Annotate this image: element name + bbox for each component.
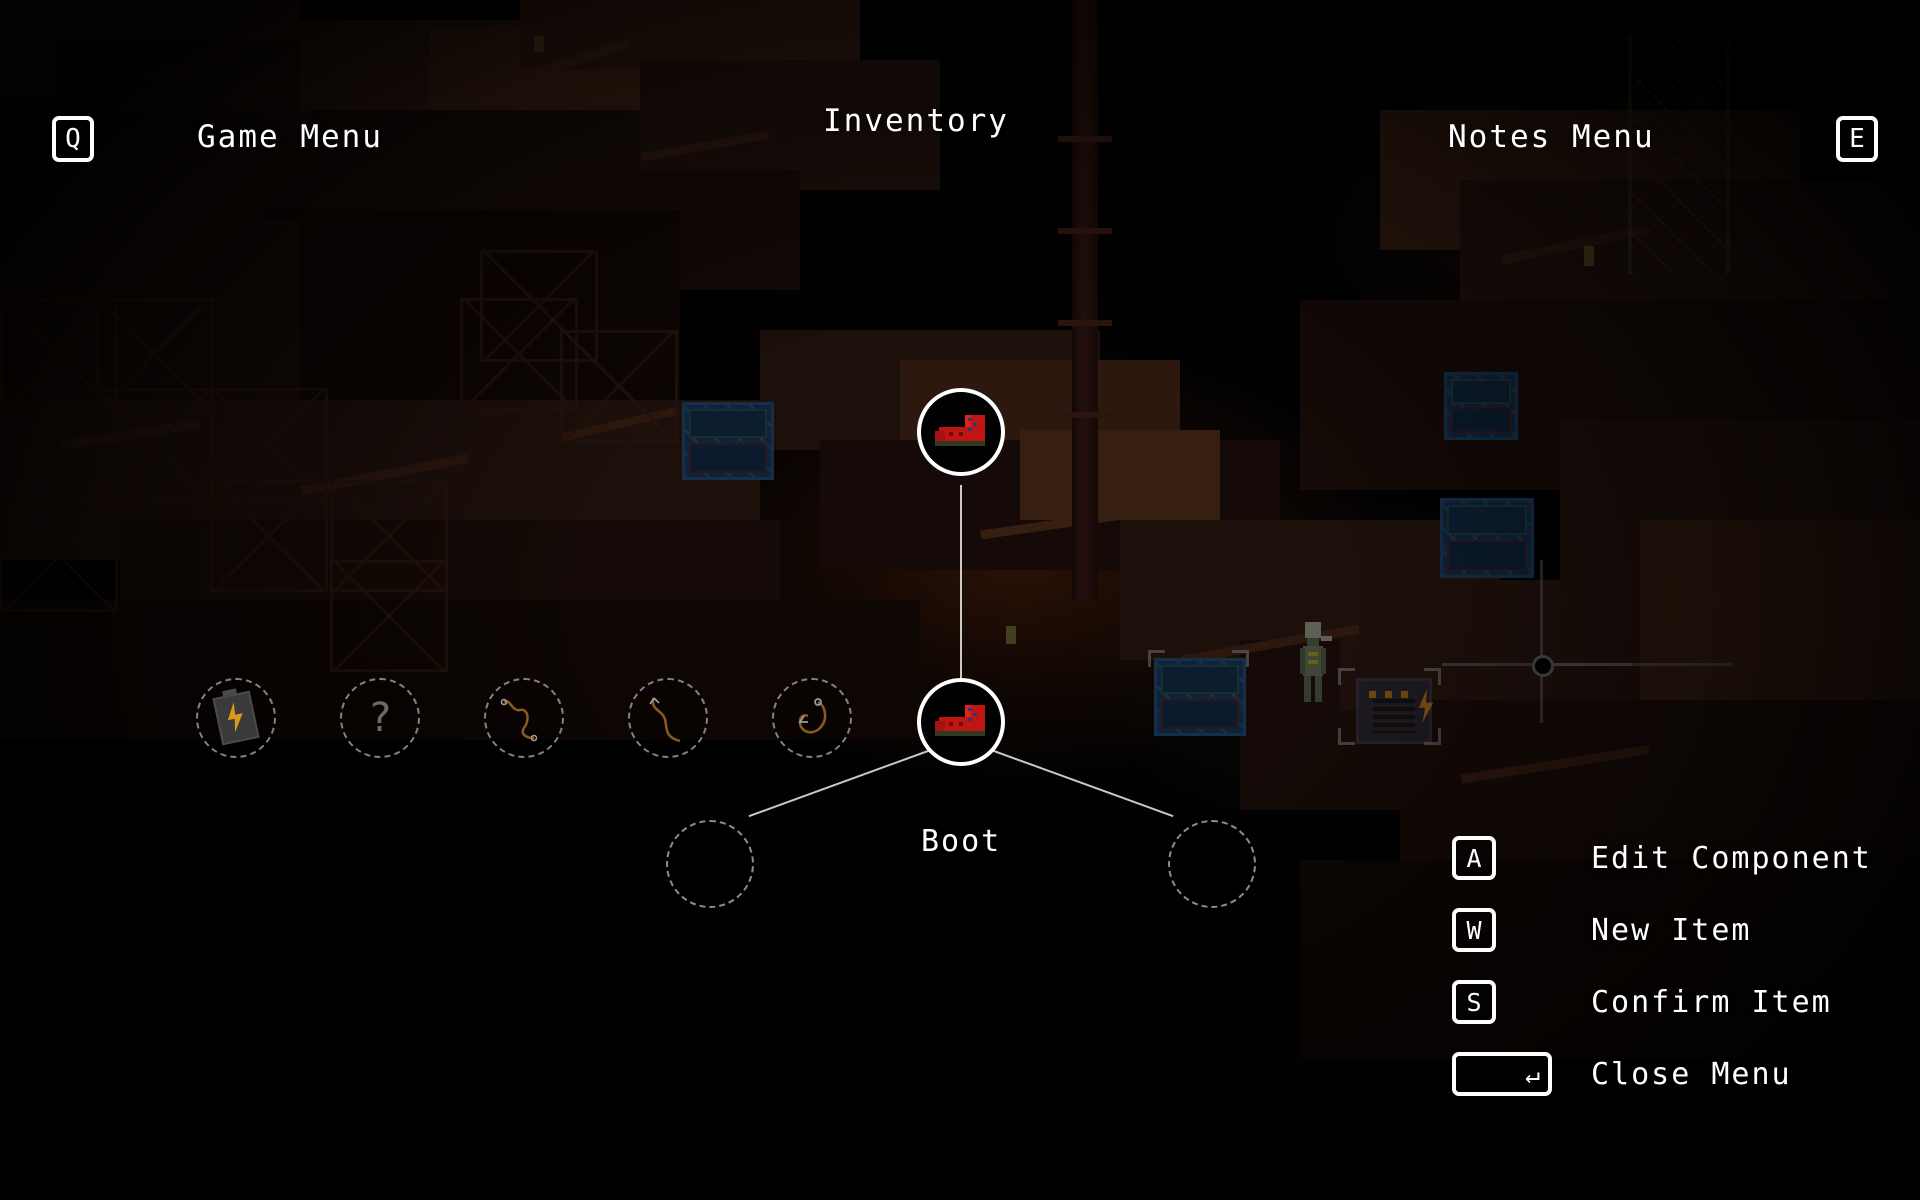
- component-slot-hook[interactable]: [772, 678, 852, 758]
- hint-keycap-a[interactable]: A: [1452, 836, 1496, 880]
- hint-label-edit-component: Edit Component: [1591, 840, 1872, 876]
- component-slot-wire-2[interactable]: [628, 678, 708, 758]
- inventory-title: Inventory: [823, 103, 1009, 139]
- tree-link-right: [971, 742, 1174, 818]
- inventory-hud: Q Game Menu Inventory Notes Menu E ? Boo…: [0, 0, 1920, 1200]
- hint-label-close-menu: Close Menu: [1591, 1056, 1792, 1092]
- item-node-child-right[interactable]: [1168, 820, 1256, 908]
- game-menu-keycap[interactable]: Q: [52, 116, 94, 162]
- item-node-parent[interactable]: [917, 388, 1005, 476]
- battery-icon: [212, 688, 260, 746]
- selected-item-label: Boot: [921, 824, 1002, 859]
- wire-icon: [500, 698, 538, 742]
- game-menu-label[interactable]: Game Menu: [197, 119, 383, 155]
- notes-menu-label[interactable]: Notes Menu: [1448, 119, 1655, 155]
- tree-link-left: [748, 742, 951, 818]
- hint-keycap-enter[interactable]: ↵: [1452, 1052, 1552, 1096]
- hint-row-edit-component[interactable]: A Edit Component: [1452, 836, 1872, 880]
- hint-row-confirm-item[interactable]: S Confirm Item: [1452, 980, 1832, 1024]
- boot-icon: [935, 415, 987, 449]
- hint-label-confirm-item: Confirm Item: [1591, 984, 1832, 1020]
- hint-keycap-s[interactable]: S: [1452, 980, 1496, 1024]
- hint-row-new-item[interactable]: W New Item: [1452, 908, 1752, 952]
- hint-row-close-menu[interactable]: ↵ Close Menu: [1452, 1052, 1792, 1096]
- component-slot-battery[interactable]: [196, 678, 276, 758]
- hint-keycap-w[interactable]: W: [1452, 908, 1496, 952]
- component-slot-unknown[interactable]: ?: [340, 678, 420, 758]
- question-mark-icon: ?: [367, 695, 393, 741]
- item-node-child-left[interactable]: [666, 820, 754, 908]
- notes-menu-keycap[interactable]: E: [1836, 116, 1878, 162]
- boot-icon: [935, 705, 987, 739]
- wire-icon: [649, 697, 681, 743]
- tree-link-vertical: [960, 485, 962, 679]
- hook-icon: [798, 698, 827, 734]
- hint-label-new-item: New Item: [1591, 912, 1752, 948]
- game-screen: Q Game Menu Inventory Notes Menu E ? Boo…: [0, 0, 1920, 1200]
- component-slot-wire-1[interactable]: [484, 678, 564, 758]
- item-node-selected[interactable]: [917, 678, 1005, 766]
